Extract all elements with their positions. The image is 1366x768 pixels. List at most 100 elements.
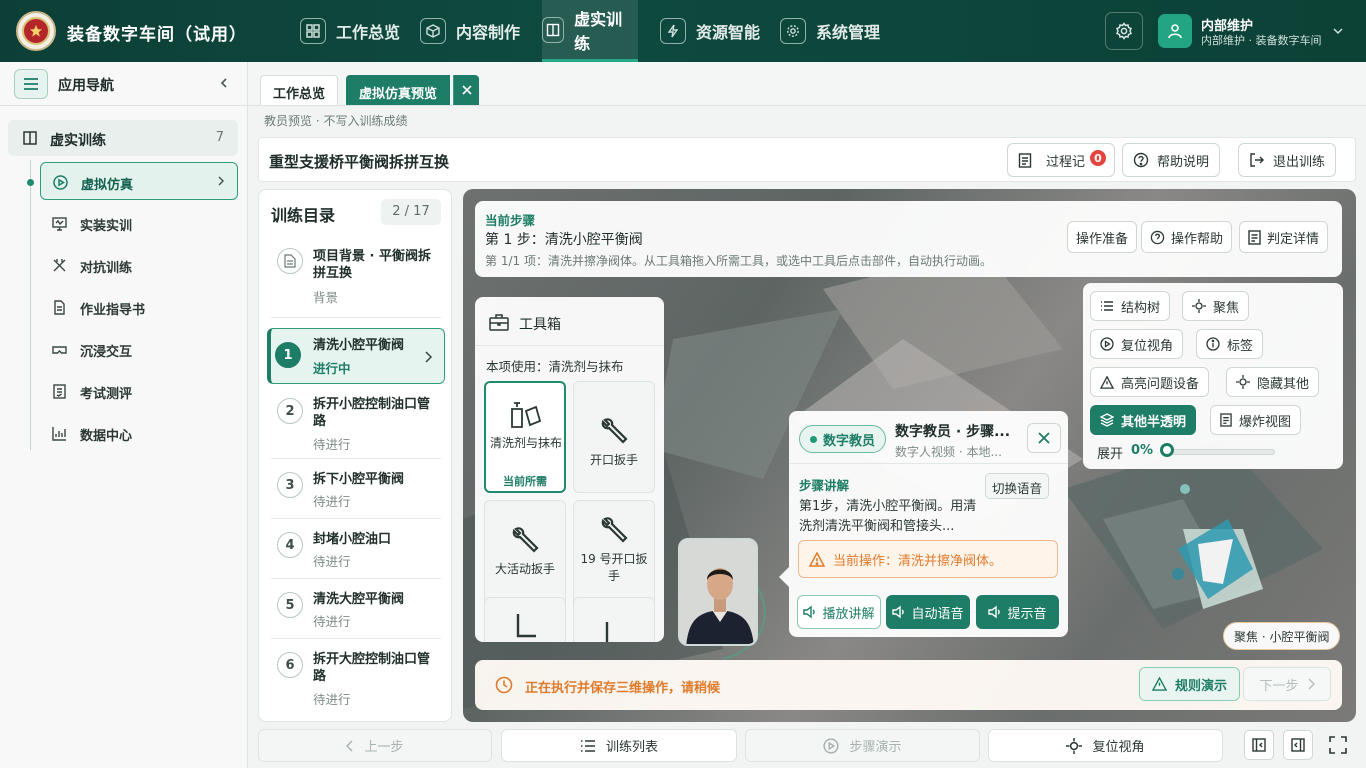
sidebar-item-exam[interactable]: 考试测评 — [40, 372, 238, 410]
digital-teacher-title: 数字教员 · 步骤... — [895, 424, 1011, 440]
sidebar-item-data-center[interactable]: 数据中心 — [40, 414, 238, 452]
prompt-sound-button[interactable]: 提示音 — [976, 595, 1059, 629]
current-operation-alert: 当前操作：清洗并擦净阀体。 — [798, 540, 1058, 578]
settings-button[interactable] — [1105, 12, 1143, 50]
operation-help-button[interactable]: 操作帮助 — [1141, 221, 1233, 253]
sidebar-header: 应用导航 — [0, 62, 248, 106]
sidebar-item-work-guide[interactable]: 作业指导书 — [40, 288, 238, 326]
current-step-description: 第 1/1 项：清洗并擦净阀体。从工具箱拖入所需工具，或选中工具后点击部件，自动… — [485, 254, 992, 268]
training-title: 重型支援桥平衡阀拆拼互换 — [269, 153, 450, 171]
auto-voice-button[interactable]: 自动语音 — [886, 595, 970, 629]
catalog-item-name: 拆下小腔平衡阀 — [313, 472, 405, 487]
judgment-details-button[interactable]: 判定详情 — [1239, 221, 1329, 253]
digital-teacher-avatar[interactable] — [678, 538, 758, 646]
tool-cleaner-cloth[interactable]: 清洗剂与抹布 当前所需 — [484, 381, 566, 493]
tab-close-button[interactable] — [453, 75, 479, 105]
tool-open-wrench[interactable]: 开口扳手 — [573, 381, 655, 493]
swords-icon — [53, 259, 66, 272]
next-step-button[interactable]: 下一步 — [1243, 667, 1331, 701]
tool-19-open-wrench[interactable]: 19 号开口扳手 — [573, 500, 655, 612]
catalog-item-background[interactable]: 项目背景 · 平衡阀拆拼互换 背景 — [267, 242, 445, 312]
panel-left-icon — [1252, 738, 1266, 752]
crosshair-icon — [1236, 375, 1250, 389]
catalog-item-name: 封堵小腔油口 — [313, 532, 392, 547]
sidebar-item-label: 对抗训练 — [80, 261, 133, 276]
highlight-problem-button[interactable]: 高亮问题设备 — [1090, 367, 1210, 397]
lightning-icon — [660, 18, 686, 44]
step-demo-button[interactable]: 步骤演示 — [745, 729, 980, 762]
exam-icon — [53, 384, 66, 399]
sidebar-item-confrontation[interactable]: 对抗训练 — [40, 246, 238, 284]
operation-prep-label: 操作准备 — [1076, 231, 1129, 247]
highlight-problem-label: 高亮问题设备 — [1121, 376, 1200, 392]
tab-sim-preview[interactable]: 虚拟仿真预览 — [346, 75, 451, 105]
top-bar: 装备数字车间（试用） 工作总览 内容制作 虚实训练 资源智能 系统管理 内部维护… — [0, 0, 1366, 62]
topnav-training[interactable]: 虚实训练 — [542, 0, 638, 62]
catalog-item-active[interactable]: 1 清洗小腔平衡阀 进行中 — [267, 328, 445, 384]
sidebar-item-field-training[interactable]: 实装实训 — [40, 204, 238, 242]
topnav-content[interactable]: 内容制作 — [420, 0, 520, 62]
sidebar-item-immersive[interactable]: 沉浸交互 — [40, 330, 238, 368]
tool-hex-key[interactable] — [484, 597, 566, 642]
structure-tree-button[interactable]: 结构树 — [1090, 291, 1171, 321]
tab-overview[interactable]: 工作总览 — [260, 75, 339, 105]
expand-slider-handle[interactable] — [1160, 443, 1174, 457]
digital-teacher-tag: 数字教员 — [799, 425, 887, 453]
catalog-item[interactable]: 4 封堵小腔油口 待进行 — [267, 532, 445, 572]
view-controls-panel: 结构树 聚焦 复位视角 标签 高亮问题设备 隐藏其他 其他半透明 爆炸视图 展开… — [1083, 283, 1343, 469]
play-circle-icon — [53, 175, 68, 190]
chevron-right-icon — [425, 351, 433, 363]
topnav-system[interactable]: 系统管理 — [780, 0, 880, 62]
close-button[interactable] — [1027, 423, 1061, 453]
reset-view-label: 复位视角 — [1121, 338, 1174, 354]
hide-others-button[interactable]: 隐藏其他 — [1226, 367, 1320, 397]
others-translucent-button[interactable]: 其他半透明 — [1090, 405, 1197, 435]
gear-icon — [780, 18, 806, 44]
reset-view-button[interactable]: 复位视角 — [1090, 329, 1184, 359]
toolbox-title: 工具箱 — [519, 317, 561, 333]
catalog-item[interactable]: 6 拆开大腔控制油口管路 待进行 — [267, 652, 445, 712]
catalog-title: 训练目录 — [271, 206, 336, 225]
catalog-item[interactable]: 3 拆下小腔平衡阀 待进行 — [267, 472, 445, 512]
fullscreen-button[interactable] — [1323, 730, 1353, 760]
expand-slider[interactable] — [1163, 449, 1275, 455]
toggle-right-panel-button[interactable] — [1283, 730, 1313, 760]
switch-voice-button[interactable]: 切换语音 — [985, 473, 1050, 499]
avatar[interactable] — [1158, 14, 1192, 48]
monitor-icon — [52, 217, 67, 231]
warning-icon — [1152, 677, 1167, 691]
chevron-down-icon[interactable] — [1332, 25, 1344, 37]
sidebar-item-label: 作业指导书 — [80, 303, 146, 318]
labels-button[interactable]: 标签 — [1196, 329, 1264, 359]
previous-step-button[interactable]: 上一步 — [258, 729, 492, 762]
topnav-resources[interactable]: 资源智能 — [660, 0, 760, 62]
catalog-item[interactable]: 5 清洗大腔平衡阀 待进行 — [267, 592, 445, 632]
topnav-overview[interactable]: 工作总览 — [300, 0, 400, 62]
close-icon — [461, 85, 472, 95]
rule-demo-button[interactable]: 规则演示 — [1139, 667, 1241, 701]
training-catalog: 训练目录 2 / 17 项目背景 · 平衡阀拆拼互换 背景 1 清洗小腔平衡阀 … — [258, 189, 452, 722]
reset-view-bottom-button[interactable]: 复位视角 — [988, 729, 1223, 762]
sidebar-item-virtual-sim[interactable]: 虚拟仿真 — [40, 162, 238, 200]
toggle-left-panel-button[interactable] — [1244, 730, 1274, 760]
training-list-button[interactable]: 训练列表 — [501, 729, 737, 762]
exit-training-button[interactable]: 退出训练 — [1238, 143, 1337, 177]
chevron-left-icon[interactable] — [218, 77, 230, 89]
help-button[interactable]: 帮助说明 — [1122, 143, 1221, 177]
crosshair-icon — [1066, 737, 1083, 754]
tool-adjustable-wrench[interactable]: 大活动扳手 — [484, 500, 566, 612]
exploded-view-button[interactable]: 爆炸视图 — [1210, 405, 1302, 435]
3d-viewport[interactable]: 当前步骤 第 1 步：清洗小腔平衡阀 第 1/1 项：清洗并擦净阀体。从工具箱拖… — [463, 189, 1356, 722]
play-explanation-button[interactable]: 播放讲解 — [797, 595, 881, 629]
tool-hex-key[interactable] — [573, 597, 655, 642]
sidebar-group-training[interactable]: 虚实训练 7 — [8, 120, 238, 156]
operation-prep-button[interactable]: 操作准备 — [1067, 221, 1138, 253]
layers-icon — [1100, 413, 1114, 427]
catalog-item[interactable]: 2 拆开小腔控制油口管路 待进行 — [267, 396, 445, 452]
sidebar-item-label: 虚拟仿真 — [81, 178, 134, 193]
sidebar-group-count: 7 — [215, 130, 224, 145]
sidebar-group-label: 虚实训练 — [50, 133, 106, 149]
focus-button[interactable]: 聚焦 — [1182, 291, 1250, 321]
menu-toggle-button[interactable] — [14, 69, 48, 99]
process-log-label: 过程记 — [1046, 154, 1086, 170]
